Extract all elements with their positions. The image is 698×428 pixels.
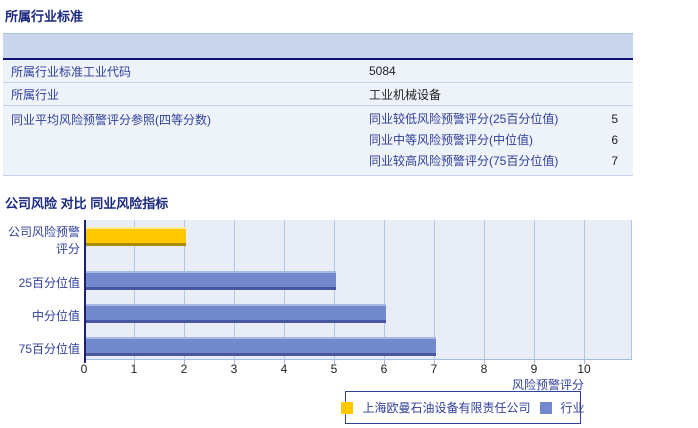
legend-label-company: 上海欧曼石油设备有限责任公司	[362, 401, 531, 415]
y-axis-line	[84, 220, 86, 363]
category-label-25pct: 25百分位值	[18, 276, 80, 290]
legend-swatch-industry	[539, 401, 552, 414]
plot-area	[84, 220, 632, 364]
legend-swatch-company	[341, 401, 354, 414]
section-title-risk-comparison: 公司风险 对比 同业风险指标	[5, 196, 169, 211]
group-item-label-median: 同业中等风险预警评分(中位值)	[369, 133, 533, 147]
table-row: 所属行业 工业机械设备	[3, 83, 633, 106]
x-tick-label: 2	[180, 362, 188, 376]
category-label-median: 中分位值	[31, 309, 80, 323]
row-value-industry-code: 5084	[369, 64, 396, 78]
table-group-row: 同业平均风险预警评分参照(四等分数) 同业较低风险预警评分(25百分位值) 5 …	[3, 106, 633, 176]
x-axis-tick-labels: 0 1 2 3 4 5 6 7 8 9 10	[81, 362, 644, 376]
bar-industry	[86, 337, 436, 356]
gridline	[584, 220, 585, 359]
group-item-label-75pct: 同业较高风险预警评分(75百分位值)	[369, 154, 559, 168]
group-item: 同业较高风险预警评分(75百分位值) 7	[361, 150, 633, 171]
legend: 上海欧曼石油设备有限责任公司 行业	[341, 391, 585, 424]
group-item: 同业中等风险预警评分(中位值) 6	[361, 129, 633, 150]
group-item-value-median: 6	[611, 132, 618, 147]
x-tick-label: 3	[230, 362, 238, 376]
gridline	[484, 220, 485, 359]
category-label-75pct: 75百分位值	[18, 342, 80, 356]
x-axis-line	[84, 359, 632, 360]
bar-industry	[86, 304, 386, 323]
x-tick-label: 8	[480, 362, 488, 376]
x-tick-label: 0	[80, 362, 88, 376]
x-tick-label: 4	[280, 362, 288, 376]
x-tick-label: 1	[130, 362, 138, 376]
row-value-industry: 工业机械设备	[369, 87, 442, 102]
group-item-value-25pct: 5	[611, 111, 618, 126]
x-tick-label: 5	[330, 362, 338, 376]
category-label-company-score: 公司风险预警评分	[7, 225, 80, 256]
row-label-industry-code: 所属行业标准工业代码	[11, 64, 132, 79]
gridline	[631, 220, 632, 359]
section-title-industry-standard: 所属行业标准	[5, 9, 84, 24]
group-row-label: 同业平均风险预警评分参照(四等分数)	[11, 113, 211, 127]
bar-company	[86, 227, 186, 246]
industry-standard-table: 所属行业标准工业代码 5084 所属行业 工业机械设备 同业平均风险预警评分参照…	[3, 33, 633, 176]
group-item-label-25pct: 同业较低风险预警评分(25百分位值)	[369, 112, 559, 126]
table-row: 所属行业标准工业代码 5084	[3, 60, 633, 83]
group-row-items: 同业较低风险预警评分(25百分位值) 5 同业中等风险预警评分(中位值) 6 同…	[361, 108, 633, 171]
gridline	[534, 220, 535, 359]
x-tick-label: 6	[380, 362, 388, 376]
bar-industry	[86, 271, 336, 290]
legend-label-industry: 行业	[560, 401, 585, 415]
table-header-band	[3, 33, 633, 60]
x-tick-label: 9	[530, 362, 538, 376]
x-tick-label: 10	[577, 362, 591, 376]
group-item: 同业较低风险预警评分(25百分位值) 5	[361, 108, 633, 129]
x-tick-label: 7	[430, 362, 438, 376]
group-item-value-75pct: 7	[611, 153, 618, 168]
row-label-industry: 所属行业	[11, 87, 60, 102]
